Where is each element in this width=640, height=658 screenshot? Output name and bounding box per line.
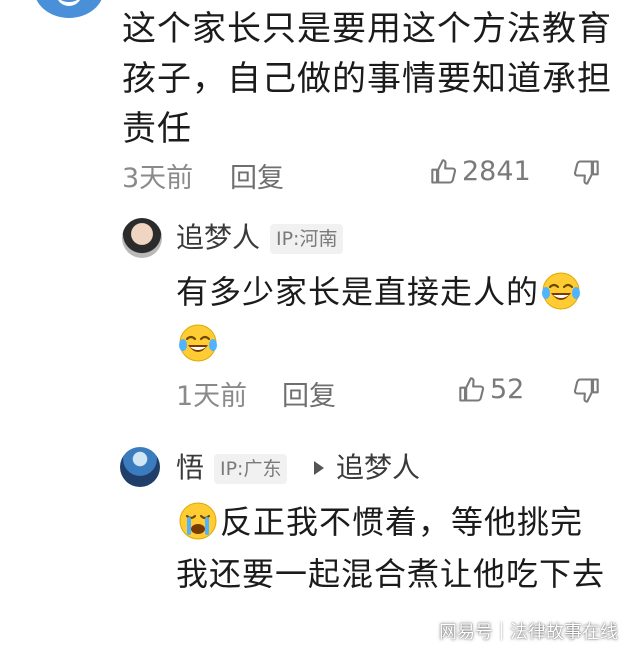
- reply-meta-row: 1天前 回复 52: [0, 374, 640, 414]
- reply-button[interactable]: 回复: [230, 156, 284, 195]
- comment-thread: 这个家长只是要用这个方法教育孩子，自己做的事情要知道承担责任 3天前 回复 28…: [0, 0, 640, 658]
- thumbs-up-icon: [459, 376, 485, 402]
- comment-meta-row: 3天前 回复 2841: [0, 156, 640, 196]
- reply-text: 有多少家长是直接走人的: [176, 266, 616, 370]
- crying-emoji-icon: [179, 502, 217, 540]
- reply-button[interactable]: 回复: [282, 374, 336, 413]
- user-avatar[interactable]: [120, 447, 160, 487]
- user-avatar[interactable]: [122, 218, 162, 258]
- comment-text: 这个家长只是要用这个方法教育孩子，自己做的事情要知道承担责任: [122, 9, 612, 149]
- like-button[interactable]: 2841: [430, 156, 531, 187]
- user-avatar[interactable]: [34, 0, 104, 18]
- thumbs-down-icon: [573, 378, 599, 403]
- comment-time: 3天前: [122, 163, 194, 194]
- thumbs-up-icon: [431, 158, 457, 184]
- dislike-button[interactable]: [572, 376, 600, 404]
- reply-text-content: 有多少家长是直接走人的: [176, 273, 540, 311]
- watermark-brand: 网易号: [439, 622, 493, 643]
- dislike-button[interactable]: [572, 158, 600, 186]
- username[interactable]: 悟: [176, 448, 204, 488]
- like-count: 52: [490, 374, 525, 405]
- like-button[interactable]: 52: [458, 374, 524, 405]
- ip-location-badge: IP:河南: [270, 224, 344, 254]
- reply-time: 1天前: [176, 381, 248, 412]
- ip-location-badge: IP:广东: [214, 454, 288, 484]
- laughing-crying-emoji-icon: [542, 272, 581, 310]
- reply-arrow-icon: [314, 461, 324, 475]
- watermark: 网易号 法律故事在线: [439, 618, 618, 644]
- smile-shape: [56, 0, 82, 6]
- thumbs-down-icon: [573, 160, 599, 185]
- laughing-crying-emoji-icon: [179, 324, 217, 362]
- like-count: 2841: [462, 156, 531, 187]
- username[interactable]: 追梦人: [176, 218, 260, 258]
- watermark-divider: [501, 622, 502, 640]
- reply-text: 反正我不惯着，等他挑完我还要一起混合煮让他吃下去: [176, 496, 606, 600]
- reply-text-content: 反正我不惯着，等他挑完我还要一起混合煮让他吃下去: [176, 503, 606, 593]
- watermark-account: 法律故事在线: [510, 622, 618, 643]
- reply-to-username[interactable]: 追梦人: [336, 448, 420, 488]
